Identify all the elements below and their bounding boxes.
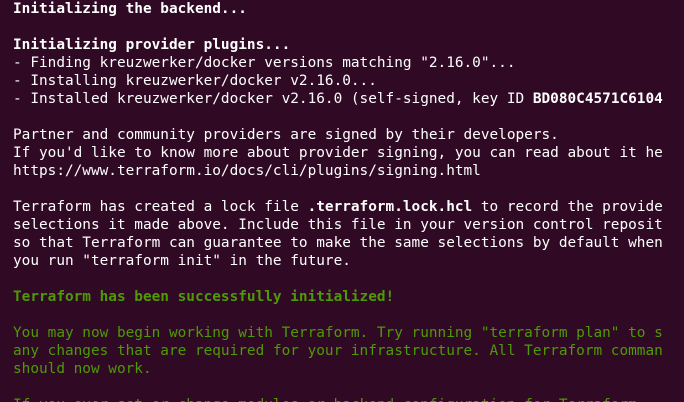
- terminal-text: You may now begin working with Terraform…: [13, 325, 663, 341]
- terminal-line: Terraform has created a lock file .terra…: [13, 198, 684, 216]
- terminal-line: so that Terraform can guarantee to make …: [13, 234, 684, 252]
- terminal-scrollbar[interactable]: [676, 0, 684, 402]
- terminal-line: https://www.terraform.io/docs/cli/plugin…: [13, 162, 684, 180]
- terminal-output: Initializing the backend... Initializing …: [13, 0, 684, 402]
- terminal-text: Initializing the backend...: [13, 1, 247, 17]
- terminal-line: you run "terraform init" in the future.: [13, 252, 684, 270]
- terminal-text: BD080C4571C6104: [532, 91, 663, 107]
- terminal-text: Initializing provider plugins...: [13, 37, 291, 53]
- terminal-text: .terraform.lock.hcl: [307, 199, 473, 215]
- terminal-line: If you'd like to know more about provide…: [13, 144, 684, 162]
- terminal-text: to record the provide: [472, 199, 663, 215]
- terminal-text: - Finding kreuzwerker/docker versions ma…: [13, 55, 516, 71]
- terminal-line: Initializing the backend...: [13, 0, 684, 18]
- terminal-text: - Installed kreuzwerker/docker v2.16.0 (…: [13, 91, 533, 107]
- terminal-text: selections it made above. Include this f…: [13, 217, 663, 233]
- terminal-text: Terraform has created a lock file: [13, 199, 308, 215]
- terminal-line: - Installed kreuzwerker/docker v2.16.0 (…: [13, 90, 684, 108]
- terminal-line: If you ever set or change modules or bac…: [13, 396, 684, 402]
- terminal-line: - Installing kreuzwerker/docker v2.16.0.…: [13, 72, 684, 90]
- terminal-text: Terraform has been successfully initiali…: [13, 289, 395, 305]
- terminal-text: you run "terraform init" in the future.: [13, 253, 351, 269]
- terminal-line: Terraform has been successfully initiali…: [13, 288, 684, 306]
- terminal-line: Initializing provider plugins...: [13, 36, 684, 54]
- terminal-line: should now work.: [13, 360, 684, 378]
- terminal-text: should now work.: [13, 361, 152, 377]
- terminal-line: You may now begin working with Terraform…: [13, 324, 684, 342]
- terminal-line: any changes that are required for your i…: [13, 342, 684, 360]
- terminal-text: https://www.terraform.io/docs/cli/plugin…: [13, 163, 481, 179]
- terminal-line: selections it made above. Include this f…: [13, 216, 684, 234]
- terminal-window[interactable]: Initializing the backend... Initializing …: [0, 0, 684, 402]
- terminal-text: Partner and community providers are sign…: [13, 127, 559, 143]
- terminal-text: any changes that are required for your i…: [13, 343, 663, 359]
- terminal-text: If you ever set or change modules or bac…: [13, 397, 645, 402]
- terminal-line: Partner and community providers are sign…: [13, 126, 684, 144]
- terminal-text: If you'd like to know more about provide…: [13, 145, 663, 161]
- terminal-text: - Installing kreuzwerker/docker v2.16.0.…: [13, 73, 377, 89]
- terminal-text: so that Terraform can guarantee to make …: [13, 235, 663, 251]
- terminal-line: - Finding kreuzwerker/docker versions ma…: [13, 54, 684, 72]
